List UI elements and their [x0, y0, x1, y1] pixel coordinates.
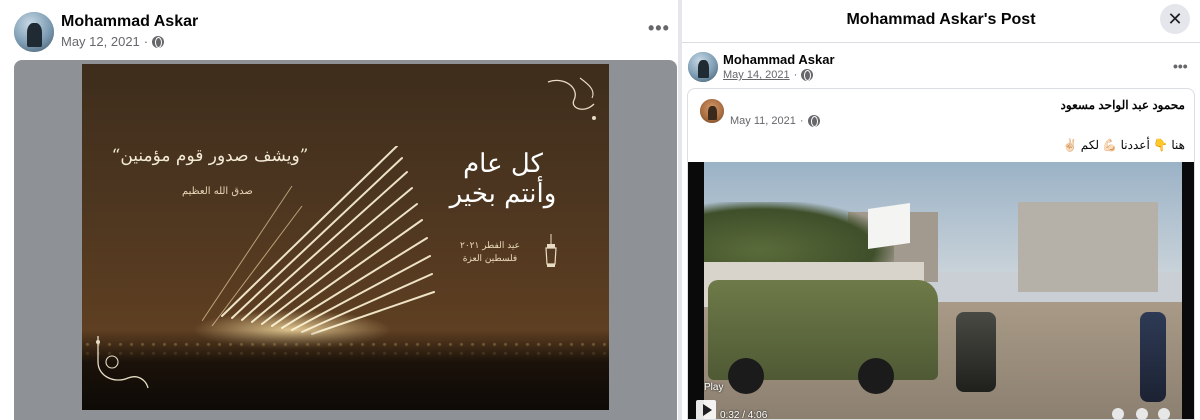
shared-author-name[interactable]: محمود عبد الواحد مسعود	[1061, 98, 1185, 112]
globe-icon[interactable]	[801, 69, 814, 81]
globe-icon[interactable]	[152, 35, 165, 48]
video-motorbike	[956, 312, 996, 392]
video-pedestrian	[1140, 312, 1166, 402]
play-icon[interactable]	[696, 400, 716, 419]
video-player[interactable]: Play 0:32 / 4:06	[688, 162, 1194, 420]
left-post: Mohammad Askar May 12, 2021 · ••• “ويشف …	[0, 0, 678, 420]
image-quote-source: صدق الله العظيم	[182, 186, 253, 197]
post-image-frame[interactable]: “ويشف صدور قوم مؤمنين” صدق الله العظيم ك…	[14, 60, 677, 420]
ornament-icon	[96, 336, 149, 389]
author-avatar[interactable]	[688, 52, 718, 82]
shared-post-date[interactable]: May 11, 2021	[730, 115, 796, 127]
shared-post-meta: May 11, 2021 ·	[730, 115, 820, 127]
city-skyline	[82, 330, 609, 410]
fullscreen-icon[interactable]	[1136, 408, 1148, 419]
close-button[interactable]: ✕	[1160, 4, 1190, 34]
shared-post[interactable]: محمود عبد الواحد مسعود May 11, 2021 · هن…	[687, 88, 1195, 420]
video-letterbox-left	[688, 162, 704, 419]
modal-header-divider	[682, 42, 1200, 43]
modal-title: Mohammad Askar's Post	[846, 11, 1036, 28]
meta-separator: ·	[143, 34, 149, 49]
post-date[interactable]: May 14, 2021	[723, 69, 790, 81]
globe-icon[interactable]	[807, 115, 820, 127]
post-modal: Mohammad Askar's Post ✕ Mohammad Askar M…	[682, 0, 1200, 420]
author-avatar[interactable]	[14, 12, 54, 52]
author-name[interactable]: Mohammad Askar	[61, 13, 198, 31]
lantern-icon	[545, 234, 557, 267]
shared-post-text: هنا 👇 أعددنا 💪🏻 لكم ✌🏻	[1062, 138, 1185, 152]
author-name[interactable]: Mohammad Askar	[723, 52, 835, 67]
video-truck	[708, 280, 938, 394]
settings-icon[interactable]	[1112, 408, 1124, 419]
volume-icon[interactable]	[1158, 408, 1170, 419]
more-options-button[interactable]: •••	[1173, 58, 1188, 74]
image-eid-text: عيد الفطر ٢٠٢١ فلسطين العزة	[450, 240, 530, 266]
more-options-button[interactable]: •••	[648, 18, 670, 39]
image-quote: “ويشف صدور قوم مؤمنين”	[111, 146, 309, 166]
eid-line-2: فلسطين العزة	[462, 254, 518, 264]
shared-author-avatar[interactable]	[700, 99, 724, 123]
post-meta: May 12, 2021 ·	[61, 34, 165, 49]
video-time: 0:32 / 4:06	[720, 410, 768, 420]
meta-separator: ·	[793, 69, 798, 81]
play-tooltip: Play	[704, 382, 724, 393]
video-letterbox-right	[1182, 162, 1194, 419]
ornament-icon	[547, 77, 596, 120]
close-icon: ✕	[1167, 8, 1183, 29]
image-greeting: كل عام وأنتم بخير	[449, 149, 557, 209]
rocket-trails-graphic	[202, 146, 435, 335]
post-meta: May 14, 2021 ·	[723, 69, 814, 81]
video-building	[1018, 202, 1158, 292]
post-date[interactable]: May 12, 2021	[61, 34, 140, 49]
video-flag	[868, 203, 910, 249]
eid-line-1: عيد الفطر ٢٠٢١	[459, 241, 521, 251]
meta-separator: ·	[799, 115, 804, 127]
post-image[interactable]: “ويشف صدور قوم مؤمنين” صدق الله العظيم ك…	[82, 64, 609, 410]
